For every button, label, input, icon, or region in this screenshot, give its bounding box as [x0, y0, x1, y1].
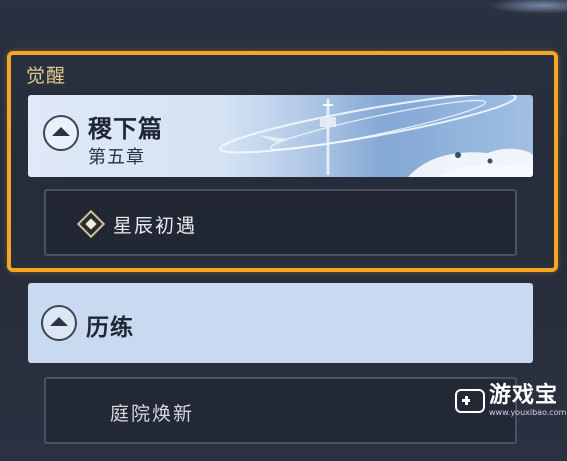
highlight-frame: [7, 51, 558, 272]
chevron-up-icon: [50, 317, 68, 326]
collapse-group-button[interactable]: [41, 305, 77, 341]
gamepad-icon: [455, 389, 485, 413]
watermark-logo: 游戏宝 www.youxibao.com: [455, 381, 567, 421]
group-title: 历练: [86, 315, 134, 341]
watermark-name: 游戏宝: [489, 383, 559, 408]
watermark-url: www.youxibao.com: [489, 408, 567, 417]
group-card-lilian[interactable]: 历练: [28, 283, 533, 363]
top-light-glow: [487, 0, 567, 14]
quest-item-label: 庭院焕新: [110, 403, 195, 425]
quest-item-tingyuan[interactable]: 庭院焕新: [44, 377, 517, 444]
